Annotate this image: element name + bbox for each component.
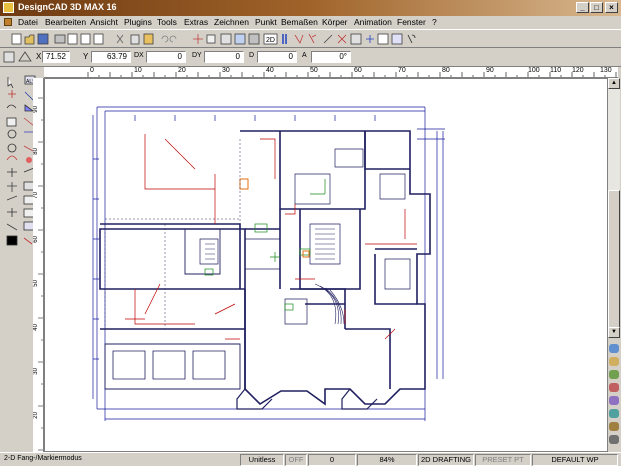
menu-bearbeiten[interactable]: Bearbeiten bbox=[45, 17, 86, 27]
ruler-top-label: 70 bbox=[398, 67, 406, 74]
left-ruler-ticks bbox=[38, 97, 43, 451]
ruler-left-label: 20 bbox=[33, 412, 39, 419]
document-icon[interactable] bbox=[4, 18, 12, 26]
render-icon[interactable] bbox=[609, 370, 619, 379]
menu-zeichnen[interactable]: Zeichnen bbox=[214, 17, 249, 27]
units-indicator[interactable]: Unitless bbox=[240, 454, 284, 466]
status-mode-text: 2-D Fang-/Markiermodus bbox=[4, 455, 82, 462]
drawing-canvas[interactable] bbox=[44, 78, 608, 452]
ruler-top-label: 90 bbox=[486, 67, 494, 74]
ruler-top-label: 100 bbox=[528, 67, 540, 74]
zoom-indicator[interactable]: 84% bbox=[357, 454, 417, 466]
ruler-top-label: 110 bbox=[550, 67, 562, 74]
ruler-top-label: 50 bbox=[310, 67, 318, 74]
ruler-top-label: 120 bbox=[572, 67, 584, 74]
settings-icon[interactable] bbox=[609, 435, 619, 444]
menu-datei[interactable]: Datei bbox=[18, 17, 38, 27]
dy-field[interactable]: 0 bbox=[204, 51, 244, 63]
close-button[interactable]: × bbox=[605, 2, 618, 13]
side-icon-panel bbox=[607, 342, 621, 452]
d-field[interactable]: 0 bbox=[257, 51, 297, 63]
light-icon[interactable] bbox=[609, 383, 619, 392]
title-bar: DesignCAD 3D MAX 16 _ □ × bbox=[0, 0, 621, 16]
ruler-top-label: 80 bbox=[442, 67, 450, 74]
ruler-top-label: 130 bbox=[600, 67, 612, 74]
scroll-up-button[interactable]: ▲ bbox=[608, 78, 620, 89]
floor-plan-drawing bbox=[92, 106, 445, 421]
layer-icon[interactable] bbox=[609, 357, 619, 366]
ruler-left-label: 80 bbox=[33, 148, 39, 155]
d-label: D bbox=[249, 52, 255, 59]
menu-koerper[interactable]: Körper bbox=[322, 17, 348, 27]
menu-animation[interactable]: Animation bbox=[354, 17, 392, 27]
ruler-top-label: 20 bbox=[178, 67, 186, 74]
left-ruler: 90 80 70 60 50 40 30 20 bbox=[33, 78, 44, 452]
ruler-top-label: 30 bbox=[222, 67, 230, 74]
menu-tools[interactable]: Tools bbox=[157, 17, 177, 27]
vertical-scrollbar[interactable]: ▲ ▼ bbox=[608, 78, 620, 338]
menu-bemassen[interactable]: Bemaßen bbox=[281, 17, 318, 27]
ruler-left-label: 40 bbox=[33, 324, 39, 331]
scroll-down-button[interactable]: ▼ bbox=[608, 327, 620, 338]
ruler-top-label: 0 bbox=[90, 67, 94, 74]
view-icon[interactable] bbox=[609, 344, 619, 353]
ruler-left-label: 70 bbox=[33, 192, 39, 199]
menu-fenster[interactable]: Fenster bbox=[397, 17, 426, 27]
scroll-thumb[interactable] bbox=[608, 190, 620, 330]
minimize-button[interactable]: _ bbox=[576, 2, 589, 13]
work-plane-indicator[interactable]: DEFAULT WP bbox=[532, 454, 618, 466]
ruler-top-label: 60 bbox=[354, 67, 362, 74]
preset-point-indicator[interactable]: PRESET PT bbox=[475, 454, 531, 466]
drafting-mode-indicator[interactable]: 2D DRAFTING bbox=[418, 454, 474, 466]
coordinate-toolbar: X 71.52 Y 63.79 DX 0 DY 0 D 0 A 0° bbox=[0, 48, 621, 67]
ruler-left-label: 30 bbox=[33, 368, 39, 375]
snap-indicator[interactable]: OFF bbox=[285, 454, 307, 466]
menu-ansicht[interactable]: Ansicht bbox=[90, 17, 118, 27]
dy-label: DY bbox=[192, 52, 202, 59]
y-coordinate-field[interactable]: 63.79 bbox=[91, 51, 131, 63]
ruler-left-label: 90 bbox=[33, 106, 39, 113]
ruler-top-label: 10 bbox=[134, 67, 142, 74]
ruler-top-label: 40 bbox=[266, 67, 274, 74]
dx-field[interactable]: 0 bbox=[146, 51, 186, 63]
window-title: DesignCAD 3D MAX 16 bbox=[18, 2, 117, 12]
maximize-button[interactable]: □ bbox=[590, 2, 603, 13]
menu-plugins[interactable]: Plugins bbox=[124, 17, 152, 27]
menu-bar: Datei Bearbeiten Ansicht Plugins Tools E… bbox=[0, 16, 621, 28]
material-icon[interactable] bbox=[609, 396, 619, 405]
main-toolbar: 2D bbox=[0, 29, 621, 48]
status-bar: 2-D Fang-/Markiermodus Unitless OFF 0 84… bbox=[0, 452, 621, 466]
menu-help[interactable]: ? bbox=[432, 17, 437, 27]
ruler-left-label: 50 bbox=[33, 280, 39, 287]
x-coordinate-field[interactable]: 71.52 bbox=[42, 51, 70, 63]
camera-icon[interactable] bbox=[609, 409, 619, 418]
ruler-left-label: 60 bbox=[33, 236, 39, 243]
a-label: A bbox=[302, 52, 307, 59]
toolbar-icons: 2D bbox=[11, 33, 416, 45]
top-ruler: 0 10 20 30 40 50 60 70 80 90 100 110 120… bbox=[44, 67, 618, 78]
menu-punkt[interactable]: Punkt bbox=[255, 17, 277, 27]
walk-icon[interactable] bbox=[609, 422, 619, 431]
menu-extras[interactable]: Extras bbox=[184, 17, 208, 27]
dx-label: DX bbox=[134, 52, 144, 59]
value-indicator: 0 bbox=[308, 454, 356, 466]
svg-text:2D: 2D bbox=[266, 37, 275, 44]
app-icon[interactable] bbox=[3, 2, 14, 13]
angle-field[interactable]: 0° bbox=[311, 51, 351, 63]
